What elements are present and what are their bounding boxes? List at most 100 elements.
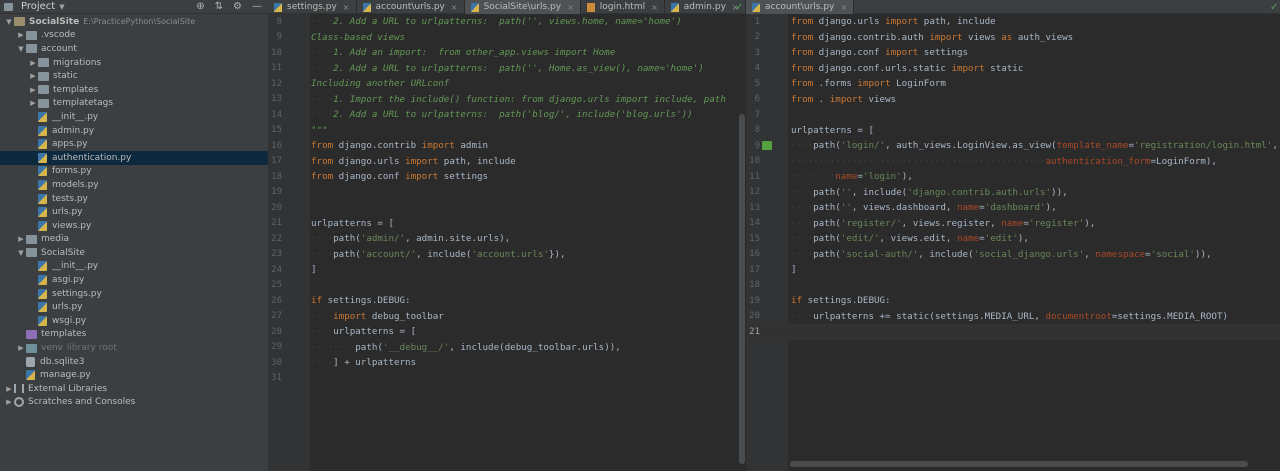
code-line[interactable]: 11 ········name='login'), [748, 169, 1280, 185]
code-line[interactable]: 24] [268, 262, 746, 278]
code-line[interactable]: 22 ····path('admin/', admin.site.urls), [268, 231, 746, 247]
close-icon[interactable]: × [343, 3, 350, 12]
code-line[interactable]: 13 ····1. Import the include() function: … [268, 92, 746, 108]
code-line[interactable]: 5 from .forms import LoginForm [748, 76, 1280, 92]
code-line[interactable]: 9 ····path('login/', auth_views.LoginView… [748, 138, 1280, 154]
chevron-right-icon[interactable]: ▶ [28, 86, 38, 94]
horizontal-scrollbar[interactable] [790, 461, 1248, 467]
code-line[interactable]: 14 ····2. Add a URL to urlpatterns: path(… [268, 107, 746, 123]
chevron-right-icon[interactable]: ▶ [4, 398, 14, 406]
code-line[interactable]: 4 from django.conf.urls.static import sta… [748, 61, 1280, 77]
tree-item[interactable]: apps.py [0, 137, 268, 151]
editor-tab[interactable]: account\urls.py × [357, 0, 465, 14]
code-line[interactable]: 25 [268, 278, 746, 294]
chevron-down-icon[interactable]: ▼ [16, 45, 26, 53]
editor-tab[interactable]: admin.py × [665, 0, 746, 14]
project-panel-title[interactable]: Project [21, 1, 55, 12]
code-line[interactable]: 19 if settings.DEBUG: [748, 293, 1280, 309]
chevron-down-icon[interactable]: ▼ [4, 18, 14, 26]
close-icon[interactable]: × [451, 3, 458, 12]
left-editor[interactable]: 8 ····2. Add a URL to urlpatterns: path('… [268, 14, 746, 471]
code-line[interactable]: 20 ····urlpatterns += static(settings.MED… [748, 309, 1280, 325]
tree-item[interactable]: forms.py [0, 165, 268, 179]
code-line[interactable]: 16 from django.contrib import admin [268, 138, 746, 154]
tree-item[interactable]: views.py [0, 219, 268, 233]
code-line[interactable]: 12 ····path('', include('django.contrib.a… [748, 185, 1280, 201]
code-line[interactable]: 14 ····path('register/', views.register, … [748, 216, 1280, 232]
chevron-right-icon[interactable]: ▶ [16, 344, 26, 352]
tree-item[interactable]: manage.py [0, 368, 268, 382]
chevron-down-icon[interactable]: ▼ [16, 249, 26, 257]
close-icon[interactable]: × [840, 3, 847, 12]
close-icon[interactable]: × [567, 3, 574, 12]
code-line[interactable]: 9 Class-based views [268, 30, 746, 46]
tree-item[interactable]: urls.py [0, 205, 268, 219]
minus-icon[interactable]: — [252, 1, 262, 12]
tree-item[interactable]: ▼ account [0, 42, 268, 56]
code-line[interactable]: 21 [748, 324, 1280, 340]
editor-tab[interactable]: SocialSite\urls.py × [464, 0, 581, 14]
tree-item[interactable]: ▶ venv library root [0, 341, 268, 355]
code-line[interactable]: 10 ······································… [748, 154, 1280, 170]
code-line[interactable]: 2 from django.contrib.auth import views a… [748, 30, 1280, 46]
chevron-right-icon[interactable]: ▶ [28, 99, 38, 107]
tree-item[interactable]: ▶ media [0, 233, 268, 247]
inspection-ok-icon[interactable]: ✓ [735, 2, 743, 13]
tree-item[interactable]: ▶ migrations [0, 56, 268, 70]
tree-item[interactable]: ▶ .vscode [0, 29, 268, 43]
run-gutter-icon[interactable] [762, 141, 772, 150]
code-line[interactable]: 7 [748, 107, 1280, 123]
code-line[interactable]: 23 ····path('account/', include('account.… [268, 247, 746, 263]
chevron-right-icon[interactable]: ▶ [16, 31, 26, 39]
tree-item[interactable]: ▶ templatetags [0, 97, 268, 111]
tree-item[interactable]: ▶ static [0, 69, 268, 83]
inspection-ok-icon[interactable]: ✓ [1270, 2, 1278, 13]
chevron-right-icon[interactable]: ▶ [4, 385, 14, 393]
editor-tab[interactable]: account\urls.py × [746, 0, 855, 14]
editor-tab[interactable]: settings.py × [268, 0, 357, 14]
tree-item[interactable]: tests.py [0, 192, 268, 206]
tree-item[interactable]: ▼ SocialSite E:\PracticePython\SocialSite [0, 15, 268, 29]
chevron-right-icon[interactable]: ▶ [28, 59, 38, 67]
code-line[interactable]: 1 from django.urls import path, include [748, 14, 1280, 30]
tree-item[interactable]: ▶ Scratches and Consoles [0, 396, 268, 410]
code-line[interactable]: 17 from django.urls import path, include [268, 154, 746, 170]
code-line[interactable]: 31 [268, 371, 746, 387]
code-line[interactable]: 13 ····path('', views.dashboard, name='da… [748, 200, 1280, 216]
code-line[interactable]: 15 ····path('edit/', views.edit, name='ed… [748, 231, 1280, 247]
chevron-right-icon[interactable]: ▶ [28, 72, 38, 80]
code-line[interactable]: 29 ········path('__debug__/', include(deb… [268, 340, 746, 356]
editor-tab[interactable]: login.html × [581, 0, 665, 14]
code-line[interactable]: 17] [748, 262, 1280, 278]
tree-item[interactable]: settings.py [0, 287, 268, 301]
code-line[interactable]: 15 """ [268, 123, 746, 139]
code-line[interactable]: 18 [748, 278, 1280, 294]
collapse-icon[interactable]: ⇅ [215, 1, 223, 12]
tree-item[interactable]: db.sqlite3 [0, 355, 268, 369]
tree-item[interactable]: urls.py [0, 300, 268, 314]
chevron-right-icon[interactable]: ▶ [16, 235, 26, 243]
vertical-scrollbar[interactable] [739, 114, 745, 464]
tree-item[interactable]: ▼ SocialSite [0, 246, 268, 260]
tree-item[interactable]: admin.py [0, 124, 268, 138]
tree-item[interactable]: wsgi.py [0, 314, 268, 328]
gear-icon[interactable]: ⚙ [233, 1, 242, 12]
code-line[interactable]: 19 [268, 185, 746, 201]
code-line[interactable]: 30 ····] + urlpatterns [268, 355, 746, 371]
code-line[interactable]: 6 from . import views [748, 92, 1280, 108]
tree-item[interactable]: asgi.py [0, 273, 268, 287]
code-line[interactable]: 16 ····path('social-auth/', include('soci… [748, 247, 1280, 263]
code-line[interactable]: 8 urlpatterns = [ [748, 123, 1280, 139]
code-line[interactable]: 26 if settings.DEBUG: [268, 293, 746, 309]
tree-item[interactable]: models.py [0, 178, 268, 192]
right-editor[interactable]: 1 from django.urls import path, include 2 f… [748, 14, 1280, 471]
code-line[interactable]: 28 ····urlpatterns = [ [268, 324, 746, 340]
code-line[interactable]: 18 from django.conf import settings [268, 169, 746, 185]
code-line[interactable]: 12 Including another URLconf [268, 76, 746, 92]
tree-item[interactable]: __init__.py [0, 110, 268, 124]
code-line[interactable]: 20 [268, 200, 746, 216]
tree-item[interactable]: __init__.py [0, 260, 268, 274]
tree-item[interactable]: ▶ templates [0, 83, 268, 97]
code-line[interactable]: 27 ····import debug_toolbar [268, 309, 746, 325]
code-line[interactable]: 11 ····2. Add a URL to urlpatterns: path(… [268, 61, 746, 77]
